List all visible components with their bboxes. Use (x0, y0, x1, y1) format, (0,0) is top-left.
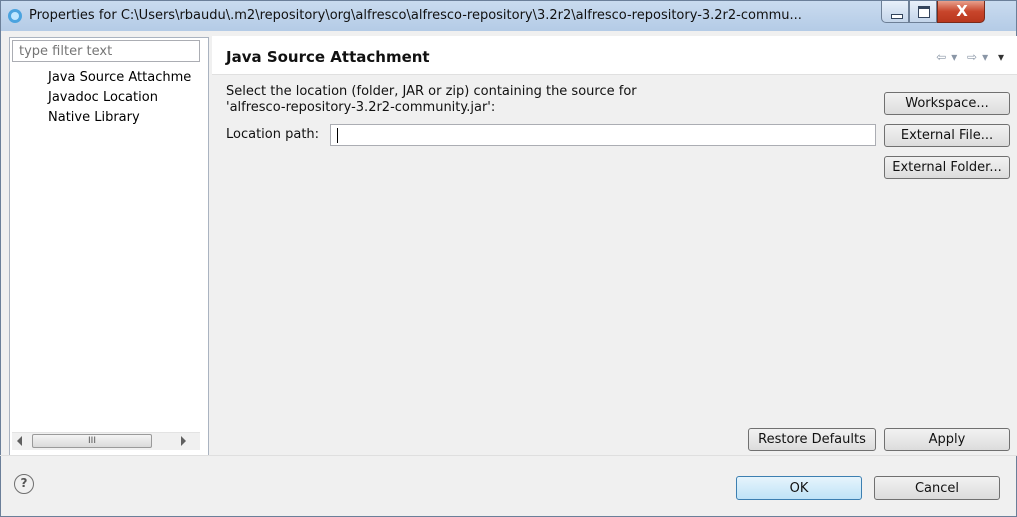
maximize-button[interactable] (909, 1, 937, 23)
close-icon: X (956, 2, 968, 20)
location-path-label: Location path: (226, 127, 320, 142)
horizontal-scrollbar[interactable]: III (12, 432, 200, 450)
view-menu-icon[interactable]: ▾ (998, 50, 1005, 64)
forward-menu-icon[interactable]: ▾ (982, 50, 989, 64)
minimize-button[interactable] (881, 1, 909, 23)
tree-item-java-source-attachment[interactable]: Java Source Attachme (18, 68, 200, 88)
back-menu-icon[interactable]: ▾ (951, 50, 958, 64)
description-line-1: Select the location (folder, JAR or zip)… (226, 84, 637, 99)
maximize-icon (918, 6, 930, 18)
tree-item-native-library[interactable]: Native Library (18, 108, 200, 128)
minimize-icon (891, 14, 903, 19)
page-title: Java Source Attachment (226, 48, 430, 66)
description: Select the location (folder, JAR or zip)… (226, 84, 637, 116)
tree-item-javadoc-location[interactable]: Javadoc Location (18, 88, 200, 108)
restore-defaults-button[interactable]: Restore Defaults (748, 428, 876, 451)
help-icon[interactable]: ? (14, 474, 34, 494)
ok-button[interactable]: OK (736, 476, 862, 500)
scroll-left-icon[interactable] (17, 436, 22, 446)
history-nav: ⇦ ▾ ⇨ ▾ ▾ (932, 50, 1005, 64)
workspace-button[interactable]: Workspace... (884, 92, 1010, 115)
scrollbar-thumb[interactable]: III (32, 434, 152, 448)
location-path-input[interactable] (330, 124, 876, 146)
back-icon[interactable]: ⇦ (936, 50, 947, 64)
eclipse-icon (8, 9, 22, 23)
page-header: Java Source Attachment ⇦ ▾ ⇨ ▾ ▾ (212, 36, 1017, 75)
close-button[interactable]: X (937, 1, 985, 23)
footer-separator (0, 455, 1017, 456)
scroll-right-icon[interactable] (181, 436, 186, 446)
forward-icon[interactable]: ⇨ (967, 50, 978, 64)
window-title: Properties for C:\Users\rbaudu\.m2\repos… (29, 8, 802, 23)
external-folder-button[interactable]: External Folder... (884, 156, 1010, 179)
apply-button[interactable]: Apply (884, 428, 1010, 451)
text-cursor (337, 128, 338, 143)
filter-input[interactable] (12, 40, 200, 62)
page-tree: Java Source Attachme Javadoc Location Na… (18, 68, 200, 128)
external-file-button[interactable]: External File... (884, 124, 1010, 147)
cancel-button[interactable]: Cancel (874, 476, 1000, 500)
title-bar[interactable]: Properties for C:\Users\rbaudu\.m2\repos… (1, 1, 1016, 31)
description-line-2: 'alfresco-repository-3.2r2-community.jar… (226, 100, 496, 115)
